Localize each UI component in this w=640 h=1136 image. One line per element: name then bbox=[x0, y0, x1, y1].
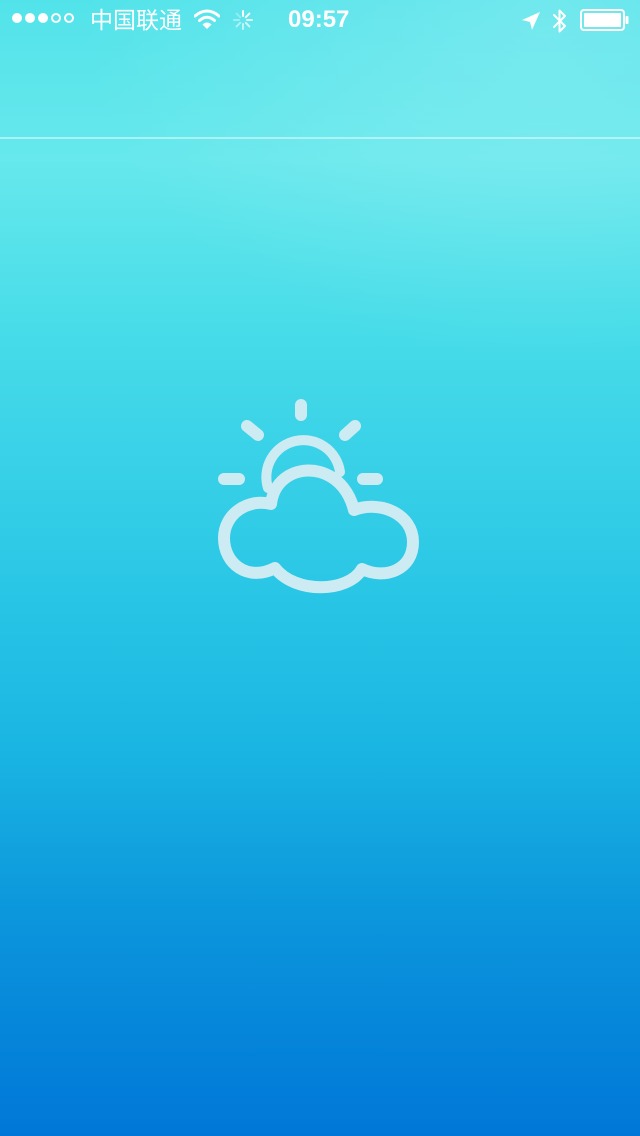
activity-spinner-icon bbox=[233, 10, 253, 30]
status-bar: 中国联通 09:57 bbox=[0, 0, 640, 40]
navigation-bar-divider bbox=[0, 137, 640, 139]
signal-strength bbox=[12, 13, 74, 23]
signal-dot-filled bbox=[38, 13, 48, 23]
bluetooth-icon bbox=[553, 9, 566, 33]
background-glow bbox=[0, 0, 640, 420]
status-time: 09:57 bbox=[288, 6, 350, 33]
carrier-name: 中国联通 bbox=[90, 7, 182, 33]
signal-dot-filled bbox=[12, 13, 22, 23]
signal-dot-empty bbox=[51, 13, 61, 23]
battery-icon bbox=[580, 9, 629, 31]
signal-dot-empty bbox=[64, 13, 74, 23]
partly-cloudy-icon bbox=[218, 399, 419, 594]
location-arrow-icon bbox=[522, 12, 540, 30]
signal-dot-filled bbox=[25, 13, 35, 23]
wifi-icon bbox=[194, 9, 220, 29]
